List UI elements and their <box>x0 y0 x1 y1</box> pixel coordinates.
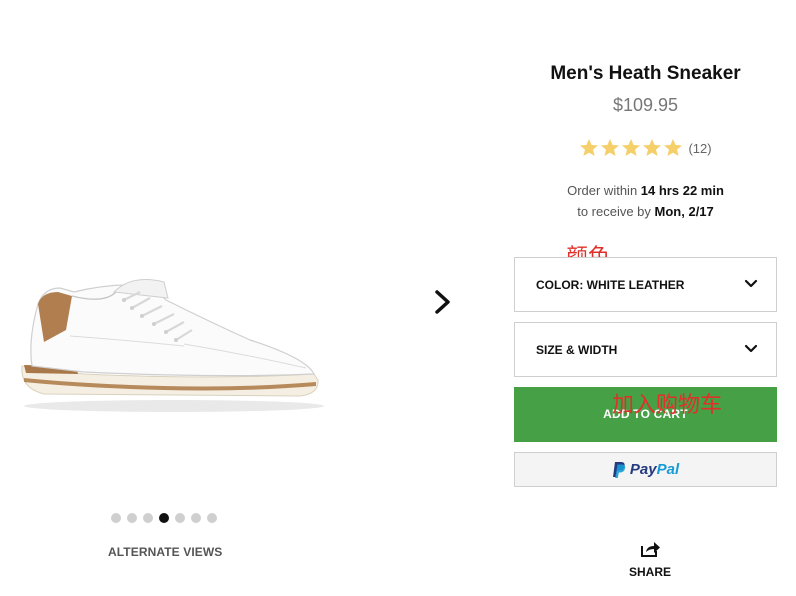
star-icon <box>622 139 641 156</box>
star-icon <box>601 139 620 156</box>
chevron-down-icon <box>744 344 758 353</box>
star-icon <box>664 139 683 156</box>
review-count[interactable]: (12) <box>688 141 711 156</box>
paypal-button[interactable]: PayPal <box>514 452 777 487</box>
product-gallery: ALTERNATE VIEWS <box>0 0 470 596</box>
carousel-dot[interactable] <box>207 513 217 523</box>
delivery-countdown: 14 hrs 22 min <box>640 183 724 198</box>
size-width-select[interactable]: SIZE & WIDTH <box>514 322 777 377</box>
product-image <box>21 279 324 412</box>
star-icon <box>580 139 599 156</box>
share-label: SHARE <box>628 565 671 579</box>
delivery-order-prefix: Order within <box>567 183 638 198</box>
paypal-wordmark-pay: Pay <box>629 461 657 478</box>
carousel-dots <box>111 513 217 523</box>
carousel-dot[interactable] <box>127 513 137 523</box>
alternate-views-link[interactable]: ALTERNATE VIEWS <box>108 545 222 559</box>
delivery-receive-prefix: to receive by <box>577 204 651 219</box>
delivery-line-2: to receive by Mon, 2/17 <box>514 201 777 222</box>
color-select[interactable]: COLOR: WHITE LEATHER <box>514 257 777 312</box>
add-to-cart-button[interactable]: ADD TO CART <box>514 387 777 442</box>
next-image-arrow-icon[interactable] <box>430 288 456 316</box>
product-title: Men's Heath Sneaker <box>550 63 741 84</box>
paypal-wordmark-pal: Pal <box>656 461 680 478</box>
chevron-down-icon <box>744 279 758 288</box>
carousel-dot[interactable] <box>191 513 201 523</box>
size-select-label: SIZE & WIDTH <box>536 343 618 357</box>
paypal-wordmark: PayPal <box>630 461 679 478</box>
carousel-dot[interactable] <box>111 513 121 523</box>
color-select-label: COLOR: WHITE LEATHER <box>536 278 685 292</box>
rating-stars <box>579 138 683 158</box>
delivery-line-1: Order within 14 hrs 22 min <box>514 180 777 201</box>
carousel-dot-active[interactable] <box>159 513 169 523</box>
delivery-estimate: Order within 14 hrs 22 min to receive by… <box>514 180 777 222</box>
carousel-dot[interactable] <box>143 513 153 523</box>
share-icon <box>641 542 660 557</box>
carousel-dot[interactable] <box>175 513 185 523</box>
product-rating[interactable]: (12) <box>514 138 777 158</box>
add-to-cart-label: ADD TO CART <box>603 407 688 421</box>
delivery-date: Mon, 2/17 <box>654 204 714 219</box>
product-price: $109.95 <box>612 95 679 115</box>
share-button[interactable]: SHARE <box>626 540 674 579</box>
paypal-logo-icon <box>612 461 626 478</box>
star-icon <box>643 139 662 156</box>
product-details: Men's Heath Sneaker $109.95 (12) Order w… <box>514 0 777 596</box>
